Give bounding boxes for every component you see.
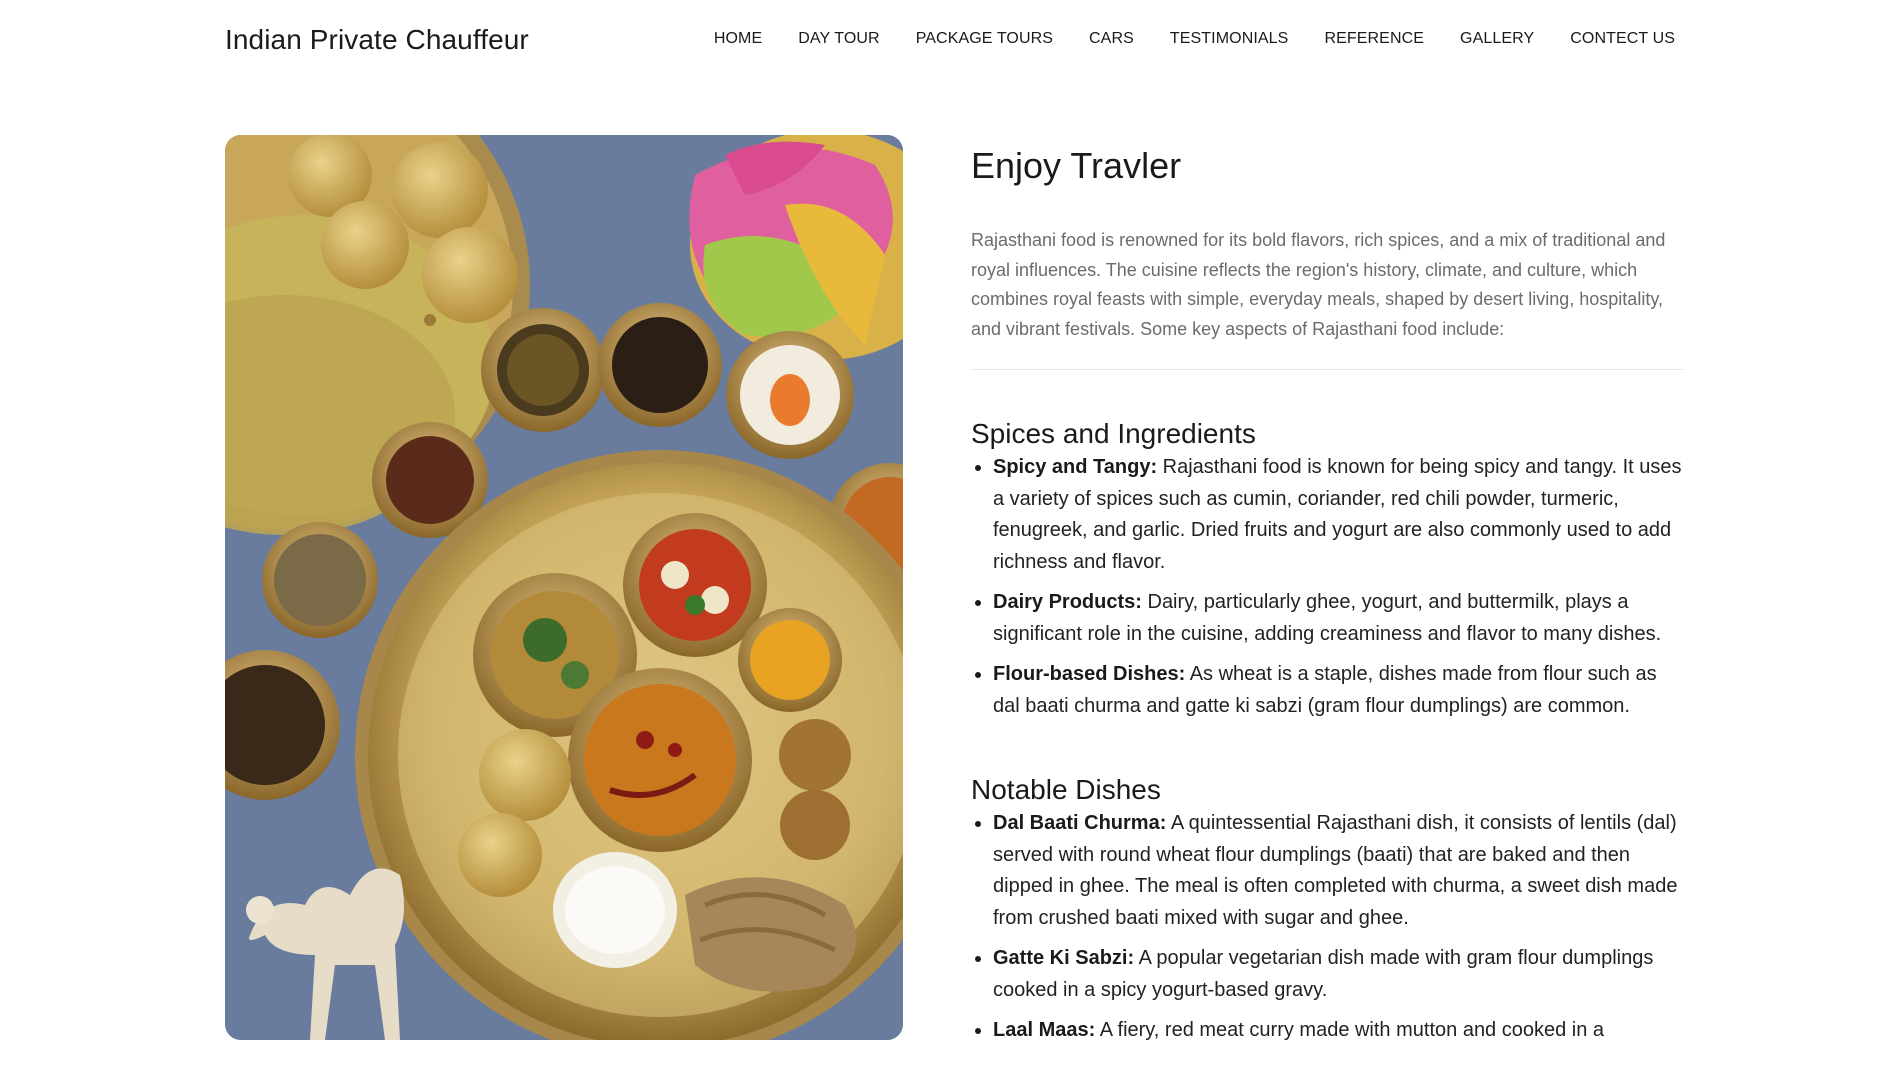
nav-item-contact: CONTECT US bbox=[1570, 30, 1675, 48]
page-title: Enjoy Travler bbox=[971, 145, 1182, 186]
site-header: Indian Private Chauffeur HOME DAY TOUR P… bbox=[0, 0, 1897, 84]
list-item-term: Dal Baati Churma: bbox=[993, 812, 1167, 834]
nav-link-cars[interactable]: CARS bbox=[1089, 30, 1134, 47]
list-item-term: Spicy and Tangy: bbox=[993, 456, 1158, 478]
list-item: Dal Baati Churma: A quintessential Rajas… bbox=[971, 808, 1683, 934]
list-item-term: Flour-based Dishes: bbox=[993, 663, 1186, 685]
list-item: Gatte Ki Sabzi: A popular vegetarian dis… bbox=[971, 943, 1683, 1006]
spices-list: Spicy and Tangy: Rajasthani food is know… bbox=[971, 452, 1683, 722]
list-item: Flour-based Dishes: As wheat is a staple… bbox=[971, 659, 1683, 722]
nav-link-home[interactable]: HOME bbox=[714, 30, 762, 47]
list-item: Dairy Products: Dairy, particularly ghee… bbox=[971, 587, 1683, 650]
nav-link-package-tours[interactable]: PACKAGE TOURS bbox=[916, 30, 1053, 47]
list-item-term: Gatte Ki Sabzi: bbox=[993, 947, 1135, 969]
rajasthani-thali-photo bbox=[225, 135, 903, 1040]
list-item: Spicy and Tangy: Rajasthani food is know… bbox=[971, 452, 1683, 578]
nav-item-gallery: GALLERY bbox=[1460, 30, 1534, 48]
brand-logo-text[interactable]: Indian Private Chauffeur bbox=[225, 24, 529, 56]
notable-dishes-list: Dal Baati Churma: A quintessential Rajas… bbox=[971, 808, 1683, 1047]
nav-item-reference: REFERENCE bbox=[1324, 30, 1424, 48]
nav-item-testimonials: TESTIMONIALS bbox=[1170, 30, 1289, 48]
nav-list: HOME DAY TOUR PACKAGE TOURS CARS TESTIMO… bbox=[714, 30, 1675, 48]
nav-item-day-tour: DAY TOUR bbox=[798, 30, 879, 48]
section-heading-spices: Spices and Ingredients bbox=[971, 418, 1256, 449]
list-item-term: Laal Maas: bbox=[993, 1019, 1096, 1041]
list-item: Laal Maas: A fiery, red meat curry made … bbox=[971, 1015, 1683, 1047]
intro-paragraph: Rajasthani food is renowned for its bold… bbox=[971, 230, 1666, 339]
nav-item-cars: CARS bbox=[1089, 30, 1134, 48]
nav-link-day-tour[interactable]: DAY TOUR bbox=[798, 30, 879, 47]
thali-illustration bbox=[225, 135, 903, 1040]
section-heading-notable-dishes: Notable Dishes bbox=[971, 774, 1161, 805]
main-content: Enjoy Travler Rajasthani food is renowne… bbox=[971, 140, 1683, 1056]
nav-link-gallery[interactable]: GALLERY bbox=[1460, 30, 1534, 47]
nav-item-package-tours: PACKAGE TOURS bbox=[916, 30, 1053, 48]
nav-link-testimonials[interactable]: TESTIMONIALS bbox=[1170, 30, 1289, 47]
list-item-term: Dairy Products: bbox=[993, 591, 1142, 613]
list-item-text: A fiery, red meat curry made with mutton… bbox=[1095, 1019, 1605, 1041]
nav-item-home: HOME bbox=[714, 30, 762, 48]
nav-link-reference[interactable]: REFERENCE bbox=[1324, 30, 1424, 47]
section-divider bbox=[971, 369, 1683, 370]
nav-link-contact[interactable]: CONTECT US bbox=[1570, 30, 1675, 47]
